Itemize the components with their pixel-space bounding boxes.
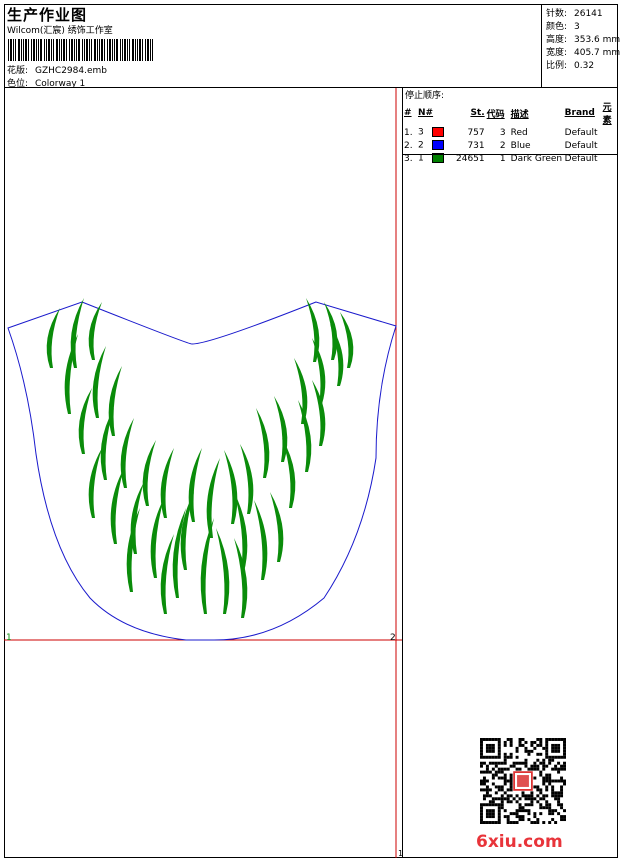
leaf-shape <box>254 500 268 580</box>
row-index: 1. <box>404 127 413 138</box>
stat-scale: 比例: 0.32 <box>546 58 594 71</box>
stat-value: 3 <box>574 22 580 32</box>
row-stitches: 757 <box>467 127 485 138</box>
qr-code <box>480 738 566 824</box>
stat-value: 26141 <box>574 9 603 19</box>
leaf-shape <box>160 448 174 518</box>
table-row: 1. 3 757 3 Red Default <box>403 126 617 139</box>
watermark-logo: 6xiu.com <box>476 832 563 852</box>
leaf-shape <box>88 302 102 360</box>
color-swatch <box>432 127 445 138</box>
col-element: 元素 <box>602 103 612 126</box>
needle-number: 3 <box>418 127 424 138</box>
leaf-shape <box>46 308 60 368</box>
leaf-shape <box>224 450 238 524</box>
leaf-shape <box>206 458 220 538</box>
studio-name: Wilcom(汇宸) 绣饰工作室 <box>7 26 113 36</box>
pattern-label: 花版: <box>7 66 29 76</box>
row-element <box>602 139 617 152</box>
needle-number: 1 <box>418 153 424 164</box>
needle-number: 2 <box>418 140 424 151</box>
col-description: 描述 <box>510 109 529 120</box>
stat-label: 宽度: <box>546 48 568 58</box>
row-description: Blue <box>510 140 531 151</box>
pattern-value: GZHC2984.emb <box>35 66 107 76</box>
design-preview: 1 2 1 <box>4 88 403 858</box>
stat-colors: 颜色: 3 <box>546 19 580 32</box>
stats-box: 针数: 26141 颜色: 3 高度: 353.6 mm 宽度: 405.7 mm 比例… <box>541 4 620 87</box>
leaf-shape <box>270 492 284 562</box>
table-header-row: # N# St. 代码 描述 Brand 元素 <box>403 100 617 126</box>
stat-label: 比例: <box>546 61 568 71</box>
leaf-shape <box>160 534 174 614</box>
leaf-shape <box>324 302 338 360</box>
stat-stitches: 针数: 26141 <box>546 6 603 19</box>
leaf-shape <box>88 448 102 518</box>
row-code: 2 <box>499 140 506 151</box>
stop-sequence-table: # N# St. 代码 描述 Brand 元素 1. 3 757 3 Red D… <box>403 100 617 165</box>
col-stitches: St. <box>470 108 485 118</box>
row-element <box>602 126 617 139</box>
leaf-shape <box>240 444 254 514</box>
row-description: Red <box>510 127 528 138</box>
pattern-line: 花版: GZHC2984.emb <box>7 63 107 76</box>
row-code: 3 <box>499 127 506 138</box>
stat-label: 颜色: <box>546 22 568 32</box>
leaf-shape <box>294 358 308 424</box>
row-index: 2. <box>404 140 413 151</box>
leaf-shape <box>274 396 288 462</box>
leaf-shape <box>120 418 134 488</box>
leaf-shape <box>306 298 320 362</box>
row-brand: Default <box>564 140 598 151</box>
table-row: 2. 2 731 2 Blue Default <box>403 139 617 152</box>
leaf-shape <box>150 498 164 578</box>
leaf-shape <box>108 366 122 436</box>
leaf-shape <box>256 408 270 478</box>
leaf-pattern <box>46 298 354 618</box>
start-marker: 1 <box>6 633 12 643</box>
barcode <box>8 39 153 61</box>
col-code: 代码 <box>486 109 505 120</box>
row-needle: 2 <box>417 139 455 152</box>
leaf-shape <box>216 528 230 614</box>
leaf-shape <box>78 388 92 454</box>
stat-value: 405.7 mm <box>574 48 620 58</box>
color-swatch <box>432 140 445 151</box>
stat-label: 高度: <box>546 35 568 45</box>
row-stitches: 731 <box>467 140 485 151</box>
stat-height: 高度: 353.6 mm <box>546 32 620 45</box>
design-canvas: 1 2 1 <box>4 88 403 858</box>
leaf-shape <box>142 440 156 506</box>
leaf-shape <box>188 448 202 522</box>
header: 生产作业图 Wilcom(汇宸) 绣饰工作室 花版: GZHC2984.emb 色… <box>4 4 620 89</box>
col-needle: N# <box>418 108 434 118</box>
page-title: 生产作业图 <box>7 6 88 24</box>
col-brand: Brand <box>564 108 595 118</box>
row-needle: 3 <box>417 126 455 139</box>
stat-value: 353.6 mm <box>574 35 620 45</box>
stat-width: 宽度: 405.7 mm <box>546 45 620 58</box>
row-brand: Default <box>564 127 598 138</box>
end-marker: 2 <box>390 633 396 643</box>
leaf-shape <box>92 346 106 418</box>
stat-value: 0.32 <box>574 61 595 71</box>
stat-label: 针数: <box>546 9 568 19</box>
panel-divider <box>403 154 617 155</box>
col-index: # <box>404 108 412 118</box>
